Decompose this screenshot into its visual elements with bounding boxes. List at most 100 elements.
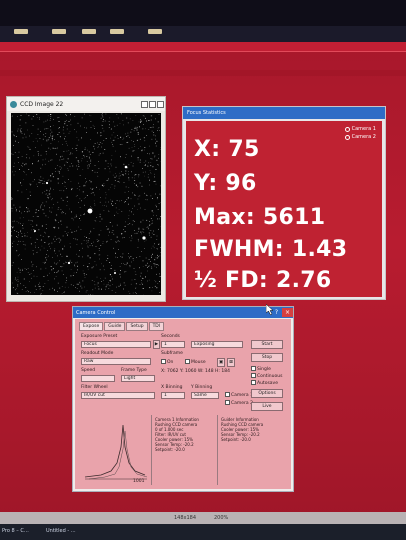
maximize-button[interactable] xyxy=(149,100,156,108)
noise-pixel xyxy=(27,208,29,210)
toolbar-icon[interactable] xyxy=(110,29,124,34)
noise-pixel xyxy=(104,168,106,170)
noise-pixel xyxy=(118,177,120,179)
noise-pixel xyxy=(90,160,92,162)
camera-control-titlebar[interactable]: Camera Control ? × xyxy=(73,307,293,318)
toolbar-icon[interactable] xyxy=(14,29,28,34)
subframe-select-icon[interactable]: ▣ xyxy=(217,358,225,367)
radio-icon[interactable] xyxy=(225,400,230,405)
noise-pixel xyxy=(49,119,51,121)
radio-icon[interactable] xyxy=(251,366,256,371)
exposure-preset-select[interactable]: Focus xyxy=(81,341,151,348)
frame-type-select[interactable]: Light xyxy=(121,375,155,382)
noise-pixel xyxy=(27,198,29,199)
noise-pixel xyxy=(147,270,148,272)
ccd-image-canvas[interactable] xyxy=(11,113,161,295)
noise-pixel xyxy=(68,121,70,122)
radio-icon[interactable] xyxy=(344,134,350,140)
checkbox-icon[interactable] xyxy=(185,359,190,364)
autosave-checkbox[interactable]: Autosave xyxy=(251,380,278,386)
noise-pixel xyxy=(139,126,140,128)
noise-pixel xyxy=(139,161,141,163)
radio-icon[interactable] xyxy=(251,373,256,378)
noise-pixel xyxy=(159,292,161,293)
noise-pixel xyxy=(74,265,76,267)
radio-icon[interactable] xyxy=(225,392,230,397)
options-button[interactable]: Options xyxy=(251,389,283,398)
camera-1-option[interactable]: Camera 1 xyxy=(344,125,376,133)
taskbar-item[interactable]: Pro 8 – C… xyxy=(2,528,29,534)
noise-pixel xyxy=(61,286,63,287)
noise-pixel xyxy=(65,182,66,183)
filter-select[interactable]: IR/UV cut xyxy=(81,392,155,399)
toolbar-icon[interactable] xyxy=(148,29,162,34)
camera-1-option[interactable]: Camera 1 xyxy=(225,392,253,398)
tab-tdi[interactable]: TDI xyxy=(148,322,165,331)
speed-select[interactable] xyxy=(81,375,115,382)
toolbar-icon[interactable] xyxy=(52,29,66,34)
noise-pixel xyxy=(86,274,87,275)
subframe-clear-icon[interactable]: ⊠ xyxy=(227,358,235,367)
subframe-mouse-checkbox[interactable]: Mouse xyxy=(185,359,206,365)
noise-pixel xyxy=(86,132,87,133)
noise-pixel xyxy=(49,246,50,247)
camera-control-window[interactable]: Camera Control ? × Expose Guide Setup TD… xyxy=(72,306,294,492)
single-option[interactable]: Single xyxy=(251,366,271,372)
tab-expose[interactable]: Expose xyxy=(79,322,104,331)
noise-pixel xyxy=(47,216,49,218)
noise-pixel xyxy=(52,176,54,178)
noise-pixel xyxy=(62,199,64,201)
noise-pixel xyxy=(104,149,106,150)
checkbox-icon[interactable] xyxy=(161,359,166,364)
noise-pixel xyxy=(65,282,67,284)
noise-pixel xyxy=(21,233,23,234)
focus-statistics-window[interactable]: Focus Statistics Camera 1 Camera 2 X: 75… xyxy=(182,106,386,300)
live-button[interactable]: Live xyxy=(251,402,283,411)
noise-pixel xyxy=(30,183,32,185)
noise-pixel xyxy=(49,288,51,290)
noise-pixel xyxy=(106,180,108,181)
continuous-option[interactable]: Continuous xyxy=(251,373,282,379)
x-binning-select[interactable]: 1 xyxy=(161,392,185,399)
noise-pixel xyxy=(148,259,150,260)
noise-pixel xyxy=(14,279,16,280)
noise-pixel xyxy=(43,212,45,214)
noise-pixel xyxy=(13,174,15,176)
noise-pixel xyxy=(79,198,81,200)
readout-mode-select[interactable]: Raw xyxy=(81,358,151,365)
noise-pixel xyxy=(142,283,143,285)
seconds-input[interactable]: 1 xyxy=(161,341,185,348)
noise-pixel xyxy=(97,175,99,177)
noise-pixel xyxy=(145,171,146,173)
noise-pixel xyxy=(84,127,85,129)
noise-pixel xyxy=(147,226,149,228)
noise-pixel xyxy=(52,139,53,141)
noise-pixel xyxy=(12,262,14,264)
y-binning-select[interactable]: Same xyxy=(191,392,219,399)
close-button[interactable] xyxy=(157,100,164,108)
radio-icon[interactable] xyxy=(344,126,350,132)
taskbar-item[interactable]: Untitled - ... xyxy=(46,528,76,534)
noise-pixel xyxy=(16,288,17,289)
noise-pixel xyxy=(150,127,152,128)
noise-pixel xyxy=(110,137,111,139)
camera-2-option[interactable]: Camera 2 xyxy=(225,400,253,406)
noise-pixel xyxy=(12,282,13,284)
tab-setup[interactable]: Setup xyxy=(126,322,148,331)
ccd-window-titlebar[interactable]: CCD Image 22 xyxy=(7,97,165,111)
ccd-image-window[interactable]: CCD Image 22 xyxy=(6,96,166,302)
start-button[interactable]: Start xyxy=(251,340,283,349)
play-icon[interactable]: ▶ xyxy=(153,340,160,349)
noise-pixel xyxy=(117,135,118,136)
camera-2-option[interactable]: Camera 2 xyxy=(344,133,376,141)
toolbar-icon[interactable] xyxy=(82,29,96,34)
noise-pixel xyxy=(153,181,155,182)
checkbox-icon[interactable] xyxy=(251,380,256,385)
focus-window-titlebar[interactable]: Focus Statistics xyxy=(183,107,385,119)
stop-button[interactable]: Stop xyxy=(251,353,283,362)
minimize-button[interactable] xyxy=(141,100,148,108)
close-button[interactable]: × xyxy=(282,308,293,317)
noise-pixel xyxy=(76,272,77,273)
subframe-on-checkbox[interactable]: On xyxy=(161,359,173,365)
tab-guide[interactable]: Guide xyxy=(104,322,126,331)
